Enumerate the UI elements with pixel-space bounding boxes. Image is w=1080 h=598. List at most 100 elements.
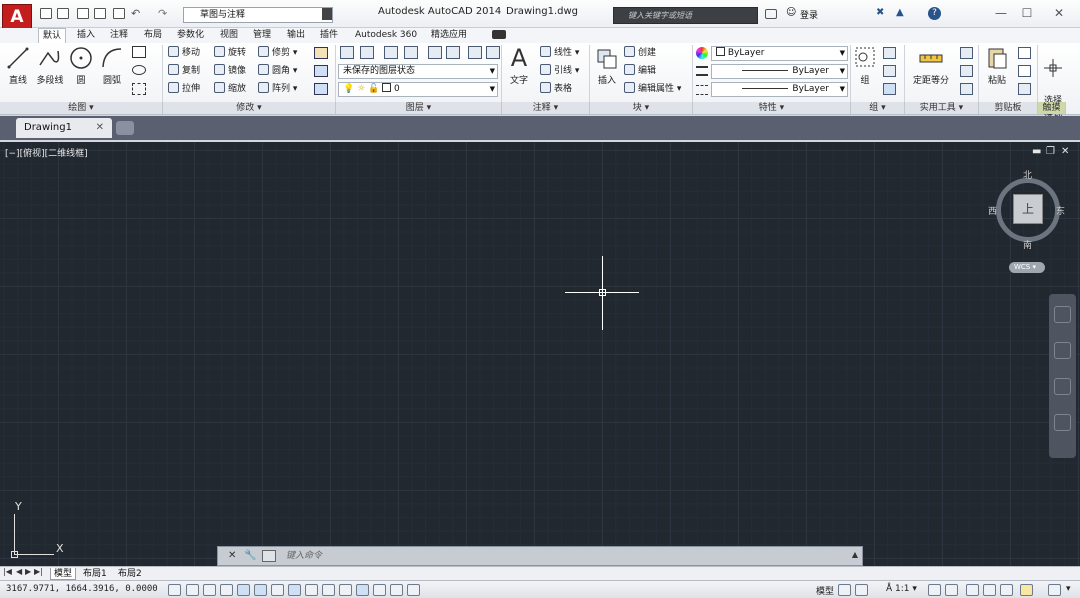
groups-panel-title[interactable]: 组 ▾: [851, 102, 905, 114]
customize-command-icon[interactable]: 🔧: [244, 550, 256, 561]
document-tab[interactable]: Drawing1 ✕: [16, 118, 112, 138]
match-properties-icon[interactable]: [696, 47, 708, 59]
text-button[interactable]: A 文字: [505, 45, 533, 89]
layer-isolate-icon[interactable]: [446, 46, 460, 59]
viewcube-face[interactable]: 上: [1013, 194, 1043, 224]
tab-nav-last-icon[interactable]: ▶|: [34, 567, 43, 576]
polyline-button[interactable]: 多段线: [34, 45, 66, 89]
lineweight-select[interactable]: ByLayer ▼: [711, 64, 848, 79]
tab-nav-prev-icon[interactable]: ◀: [16, 567, 22, 576]
layer-state-select[interactable]: 未保存的图层状态 ▼: [338, 64, 498, 79]
status-menu-icon[interactable]: ▾: [1066, 584, 1071, 594]
viewport-restore-icon[interactable]: ❐: [1046, 146, 1055, 157]
ungroup-icon[interactable]: [883, 47, 896, 59]
autodesk-360-icon[interactable]: ▲: [896, 7, 904, 18]
rotate-button[interactable]: 旋转: [214, 45, 246, 61]
dynamic-input-icon[interactable]: [322, 584, 335, 596]
tab-featured-apps[interactable]: 精选应用: [427, 28, 471, 43]
tab-layout2[interactable]: 布局2: [115, 568, 145, 580]
insert-block-button[interactable]: 插入: [593, 45, 621, 89]
annotation-monitor-icon[interactable]: [407, 584, 420, 596]
lock-ui-icon[interactable]: [983, 584, 996, 596]
clean-screen-icon[interactable]: [1048, 584, 1061, 596]
workspace-select[interactable]: 草图与注释 ▼: [183, 7, 333, 23]
hardware-acceleration-icon[interactable]: [1000, 584, 1013, 596]
maximize-button[interactable]: ☐: [1016, 4, 1038, 22]
tab-plugins[interactable]: 插件: [316, 28, 342, 43]
zoom-icon[interactable]: [1054, 378, 1071, 395]
search-input[interactable]: 键入关键字或短语: [613, 7, 758, 24]
color-select[interactable]: ByLayer ▼: [711, 46, 848, 61]
hatch-icon[interactable]: [132, 83, 146, 95]
cut-icon[interactable]: [1018, 47, 1031, 59]
annotation-scale[interactable]: Å 1:1 ▾: [886, 584, 917, 594]
create-block-button[interactable]: 创建: [624, 45, 656, 61]
select-mode-button[interactable]: 选择 模式: [1040, 45, 1066, 119]
clipboard-panel-title[interactable]: 剪贴板: [979, 102, 1038, 114]
binoculars-icon[interactable]: [765, 9, 777, 19]
stretch-button[interactable]: 拉伸: [168, 81, 200, 97]
quick-select-icon[interactable]: [960, 47, 973, 59]
coordinates-display[interactable]: 3167.9771, 1664.3916, 0.0000: [6, 584, 158, 594]
steering-wheel-icon[interactable]: [1054, 306, 1071, 323]
compass-west[interactable]: 西: [988, 204, 997, 217]
leader-button[interactable]: 引线 ▾: [540, 63, 579, 79]
viewport-close-icon[interactable]: ✕: [1061, 146, 1069, 157]
calculator-icon[interactable]: [960, 65, 973, 77]
utilities-panel-title[interactable]: 实用工具 ▾: [905, 102, 979, 114]
tab-autodesk-360[interactable]: Autodesk 360: [351, 28, 421, 43]
compass-north[interactable]: 北: [1023, 168, 1032, 181]
grid-display-icon[interactable]: [203, 584, 216, 596]
layer-freeze-icon[interactable]: [468, 46, 482, 59]
scale-button[interactable]: 缩放: [214, 81, 246, 97]
print-icon[interactable]: [113, 8, 125, 19]
arc-button[interactable]: 圆弧: [98, 45, 126, 89]
match-layer-icon[interactable]: [404, 46, 418, 59]
close-command-icon[interactable]: ✕: [228, 550, 236, 561]
customize-toolbar-icon[interactable]: [322, 8, 332, 20]
viewport-controls[interactable]: [−][俯视][二维线框]: [5, 146, 88, 159]
trim-button[interactable]: 修剪 ▾: [258, 45, 297, 61]
quick-view-drawings-icon[interactable]: [855, 584, 868, 596]
offset-icon[interactable]: [314, 83, 328, 95]
orbit-icon[interactable]: [1054, 414, 1071, 431]
close-tab-icon[interactable]: ✕: [96, 118, 104, 138]
draw-panel-title[interactable]: 绘图 ▾: [0, 102, 163, 114]
open-icon[interactable]: [57, 8, 69, 19]
tab-model[interactable]: 模型: [50, 568, 77, 580]
annotation-visibility-icon[interactable]: [928, 584, 941, 596]
properties-panel-title[interactable]: 特性 ▾: [693, 102, 851, 114]
isolate-objects-icon[interactable]: [1020, 584, 1033, 596]
new-icon[interactable]: [40, 8, 52, 19]
erase-icon[interactable]: [314, 47, 328, 59]
copy-button[interactable]: 复制: [168, 63, 200, 79]
minimize-button[interactable]: —: [990, 4, 1012, 22]
tab-manage[interactable]: 管理: [249, 28, 275, 43]
tab-default[interactable]: 默认: [38, 28, 67, 43]
table-button[interactable]: 表格: [540, 81, 572, 97]
pan-icon[interactable]: [1054, 342, 1071, 359]
quick-properties-icon[interactable]: [373, 584, 386, 596]
exchange-icon[interactable]: ✖: [876, 7, 884, 18]
selection-cycling-icon[interactable]: [390, 584, 403, 596]
compass-south[interactable]: 南: [1023, 238, 1032, 251]
redo-icon[interactable]: ↷: [158, 7, 167, 20]
modify-panel-title[interactable]: 修改 ▾: [163, 102, 336, 114]
tab-annotate[interactable]: 注释: [106, 28, 132, 43]
group-selection-icon[interactable]: [883, 83, 896, 95]
3d-object-snap-icon[interactable]: [271, 584, 284, 596]
allow-ucs-icon[interactable]: [305, 584, 318, 596]
drawing-canvas[interactable]: [−][俯视][二维线框] ▬ ❐ ✕ 上 北 南 东 西 WCS ▾ Y X …: [0, 142, 1080, 566]
object-snap-icon[interactable]: [254, 584, 267, 596]
model-space-button[interactable]: 模型: [816, 584, 834, 597]
help-icon[interactable]: ?: [928, 7, 941, 20]
new-drawing-tab[interactable]: [116, 121, 134, 135]
group-button[interactable]: 组: [853, 45, 877, 89]
sign-in-button[interactable]: 登录: [800, 8, 818, 21]
tab-nav-first-icon[interactable]: |◀: [3, 567, 12, 576]
layer-off-icon[interactable]: [486, 46, 500, 59]
copy-link-icon[interactable]: [1018, 83, 1031, 95]
ortho-mode-icon[interactable]: [220, 584, 233, 596]
linetype-select[interactable]: ByLayer ▼: [711, 82, 848, 97]
recent-commands-icon[interactable]: [262, 550, 276, 562]
